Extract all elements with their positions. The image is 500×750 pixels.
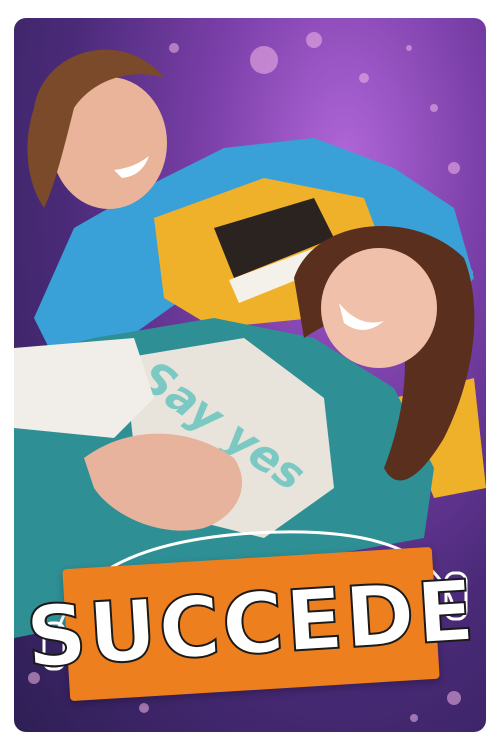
title-banner: SUCCEDE <box>22 546 480 702</box>
girl-face <box>321 248 437 368</box>
movie-poster: Say yes SUCCEDE <box>14 18 486 732</box>
movie-title: SUCCEDE <box>22 560 480 687</box>
